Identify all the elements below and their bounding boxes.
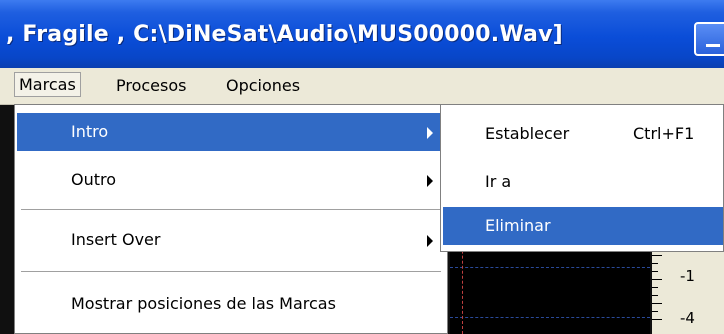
- menu-separator: [21, 271, 441, 273]
- menu-item-insert-over[interactable]: Insert Over: [17, 221, 443, 259]
- menu-bar: Marcas Procesos Opciones: [0, 68, 724, 105]
- submenu-item-label: Ir a: [485, 172, 512, 191]
- submenu-item-label: Eliminar: [485, 216, 551, 235]
- menu-item-intro[interactable]: Intro: [17, 113, 443, 151]
- submenu-item-label: Establecer: [485, 124, 570, 143]
- marcas-dropdown-menu: Intro Outro Insert Over Mostrar posicion…: [14, 104, 448, 334]
- menu-procesos[interactable]: Procesos: [112, 74, 190, 97]
- submenu-arrow-icon: [427, 127, 433, 139]
- submenu-item-eliminar[interactable]: Eliminar: [443, 207, 723, 245]
- menu-item-label: Intro: [71, 122, 109, 141]
- menu-item-mostrar-posiciones[interactable]: Mostrar posiciones de las Marcas: [17, 285, 443, 323]
- menu-item-label: Insert Over: [71, 230, 161, 249]
- menu-item-outro[interactable]: Outro: [17, 161, 443, 199]
- shortcut-label: Ctrl+F1: [633, 124, 695, 143]
- title-bar: , Fragile , C:\DiNeSat\Audio\MUS00000.Wa…: [0, 0, 724, 68]
- menu-opciones[interactable]: Opciones: [222, 74, 304, 97]
- window-title: , Fragile , C:\DiNeSat\Audio\MUS00000.Wa…: [6, 22, 563, 47]
- submenu-item-ir-a[interactable]: Ir a: [443, 163, 723, 201]
- menu-separator: [21, 209, 441, 211]
- minimize-button[interactable]: [694, 22, 724, 56]
- ruler-label: -1: [680, 267, 695, 285]
- submenu-item-establecer[interactable]: Establecer Ctrl+F1: [443, 115, 723, 153]
- menu-marcas[interactable]: Marcas: [14, 72, 81, 97]
- intro-submenu: Establecer Ctrl+F1 Ir a Eliminar: [440, 104, 724, 252]
- menu-item-label: Mostrar posiciones de las Marcas: [71, 294, 336, 313]
- submenu-arrow-icon: [427, 175, 433, 187]
- ruler-label: -4: [680, 309, 695, 327]
- submenu-arrow-icon: [427, 235, 433, 247]
- menu-item-label: Outro: [71, 170, 117, 189]
